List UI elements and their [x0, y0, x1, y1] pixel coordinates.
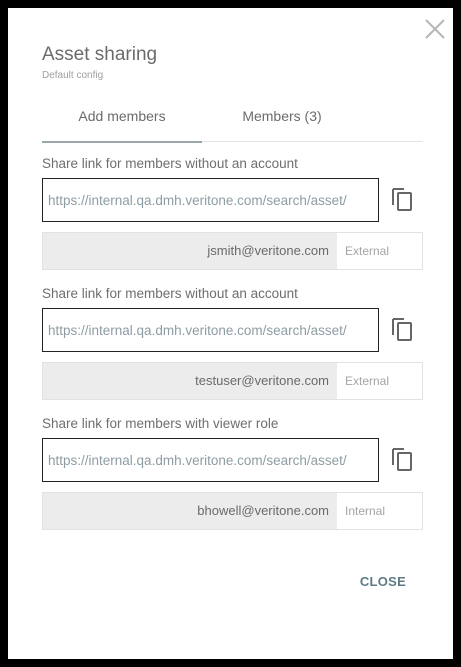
member-email: jsmith@veritone.com: [43, 233, 337, 269]
tab-members[interactable]: Members (3): [202, 98, 362, 142]
share-link-field[interactable]: [42, 308, 379, 352]
share-section: Share link for members without an accoun…: [42, 284, 423, 400]
share-label: Share link for members without an accoun…: [42, 156, 298, 171]
share-link-field[interactable]: [42, 178, 379, 222]
dialog-subtitle: Default config: [42, 70, 104, 81]
share-link-input[interactable]: [43, 179, 378, 221]
member-type: External: [345, 244, 390, 258]
member-row: bhowell@veritone.com Internal: [42, 492, 423, 530]
member-type: Internal: [345, 504, 386, 518]
copy-icon[interactable]: [390, 316, 414, 342]
asset-sharing-dialog: Asset sharing Default config Add members…: [8, 8, 453, 659]
member-email: bhowell@veritone.com: [43, 493, 337, 529]
share-label: Share link for members with viewer role: [42, 416, 279, 431]
tab-label: Members (3): [242, 108, 322, 124]
close-icon[interactable]: [424, 18, 446, 40]
tab-add-members[interactable]: Add members: [42, 98, 202, 143]
share-link-input[interactable]: [43, 309, 378, 351]
copy-icon[interactable]: [390, 186, 414, 212]
member-row: testuser@veritone.com External: [42, 362, 423, 400]
share-section: Share link for members without an accoun…: [42, 154, 423, 270]
copy-icon[interactable]: [390, 446, 414, 472]
tab-label: Add members: [78, 108, 166, 124]
member-type: External: [345, 374, 390, 388]
tab-bar: Add members Members (3): [42, 98, 423, 143]
close-button[interactable]: CLOSE: [348, 570, 418, 594]
share-section: Share link for members with viewer role …: [42, 414, 423, 530]
share-label: Share link for members without an accoun…: [42, 286, 298, 301]
member-row: jsmith@veritone.com External: [42, 232, 423, 270]
member-email: testuser@veritone.com: [43, 363, 337, 399]
active-tab-indicator: [42, 141, 202, 143]
share-link-input[interactable]: [43, 439, 378, 481]
dialog-title: Asset sharing: [42, 44, 158, 65]
share-link-field[interactable]: [42, 438, 379, 482]
